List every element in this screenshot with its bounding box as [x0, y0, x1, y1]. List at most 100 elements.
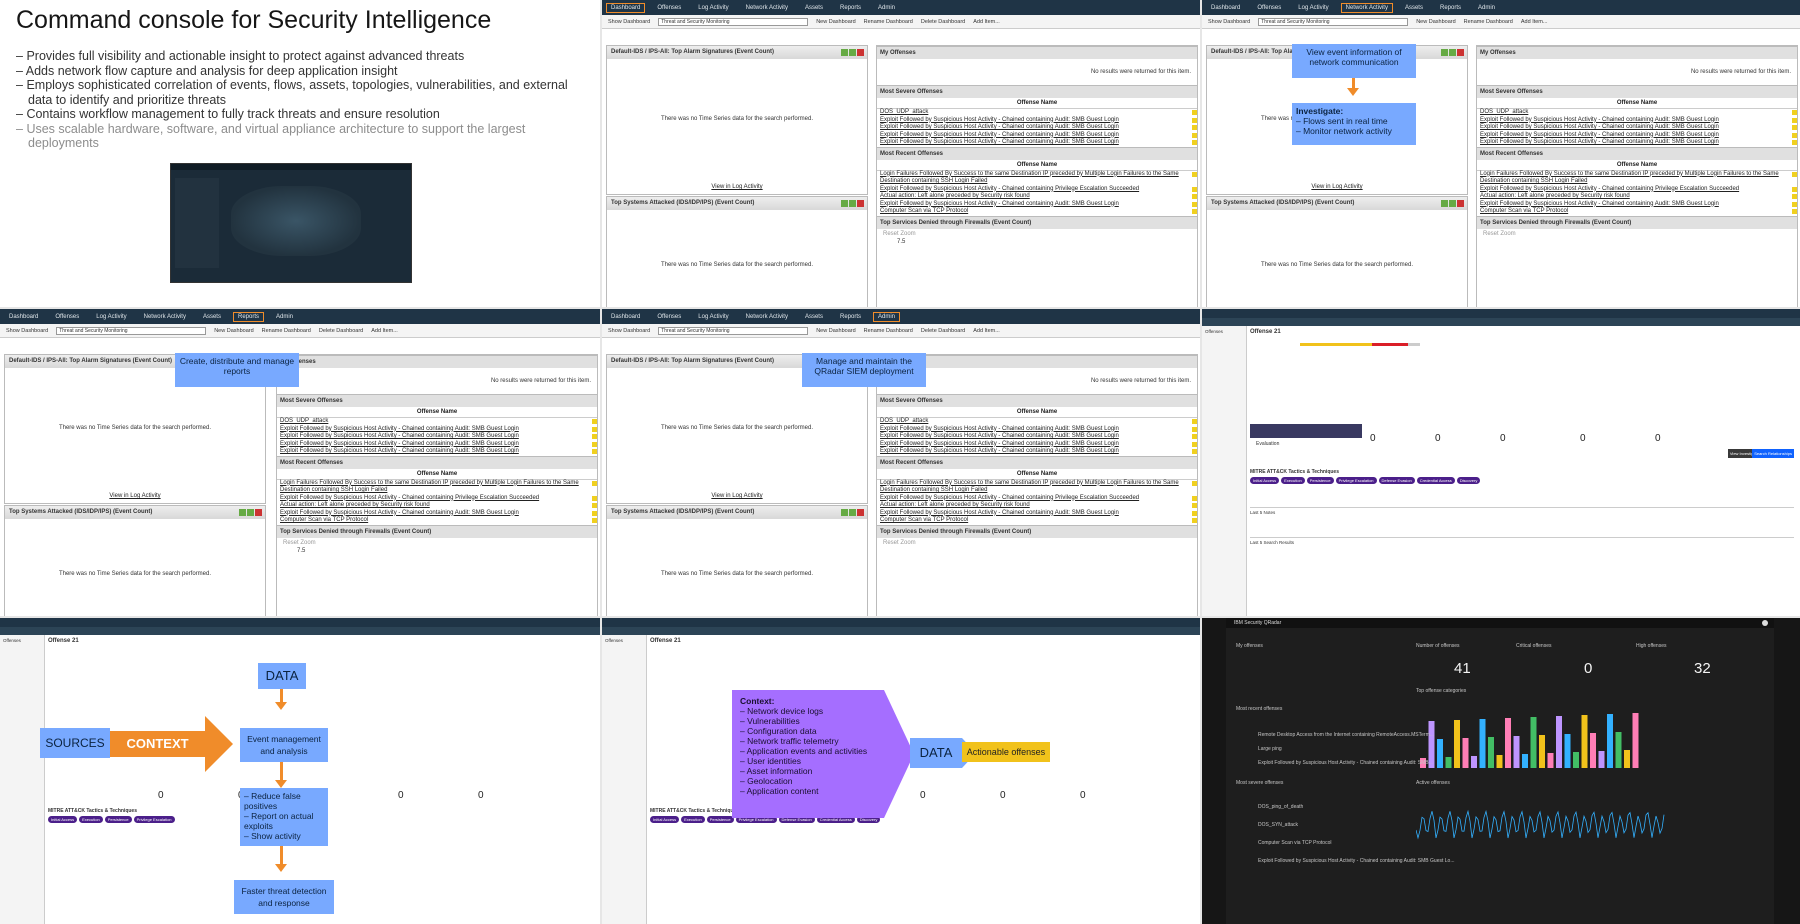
offense-row[interactable]: DOS_UDP_attack: [877, 109, 1197, 117]
offense-row[interactable]: Computer Scan via TCP Protocol: [877, 208, 1197, 216]
offense-row[interactable]: Exploit Followed by Suspicious Host Acti…: [1477, 124, 1797, 132]
tactic-pill[interactable]: Persistence: [104, 816, 132, 823]
sidebar-item-offenses[interactable]: Offenses: [602, 635, 646, 646]
offense-row[interactable]: Exploit Followed by Suspicious Host Acti…: [277, 441, 597, 449]
nav-log-activity[interactable]: Log Activity: [693, 312, 733, 322]
add-item-button[interactable]: Add Item...: [371, 328, 398, 334]
sidebar-item-offenses[interactable]: Offenses: [1202, 326, 1246, 337]
offense-row[interactable]: Login Failures Followed By Success to th…: [1477, 171, 1797, 186]
offense-row[interactable]: Exploit Followed by Suspicious Host Acti…: [1477, 139, 1797, 147]
add-item-button[interactable]: Add Item...: [1521, 19, 1548, 25]
view-log-link[interactable]: View in Log Activity: [607, 184, 867, 190]
reset-zoom-button[interactable]: Reset Zoom: [877, 229, 1197, 239]
nav-dashboard[interactable]: Dashboard: [606, 312, 645, 322]
offense-row[interactable]: Computer Scan via TCP Protocol: [877, 517, 1197, 525]
offense-row[interactable]: Exploit Followed by Suspicious Host Acti…: [277, 433, 597, 441]
tactic-pill[interactable]: Credential Access: [1416, 477, 1455, 484]
rename-dashboard-button[interactable]: Rename Dashboard: [262, 328, 311, 334]
rename-dashboard-button[interactable]: Rename Dashboard: [864, 328, 913, 334]
offense-row[interactable]: Exploit Followed by Suspicious Host Acti…: [1258, 858, 1455, 864]
nav-admin[interactable]: Admin: [873, 311, 901, 322]
nav-network-activity[interactable]: Network Activity: [741, 3, 793, 13]
tactic-pill[interactable]: Initial Access: [48, 816, 78, 823]
offense-row[interactable]: Exploit Followed by Suspicious Host Acti…: [1258, 760, 1433, 766]
nav-log-activity[interactable]: Log Activity: [693, 3, 733, 13]
nav-dashboard[interactable]: Dashboard: [606, 2, 646, 13]
nav-offenses[interactable]: Offenses: [652, 3, 686, 13]
nav-reports[interactable]: Reports: [232, 311, 264, 322]
offense-row[interactable]: DOS_UDP_attack: [1477, 109, 1797, 117]
new-dashboard-button[interactable]: New Dashboard: [214, 328, 253, 334]
nav-dashboard[interactable]: Dashboard: [4, 312, 43, 322]
tactic-pill[interactable]: Privilege Escalation: [1335, 477, 1377, 484]
offense-row[interactable]: Computer Scan via TCP Protocol: [277, 517, 597, 525]
offense-row[interactable]: Exploit Followed by Suspicious Host Acti…: [877, 124, 1197, 132]
offense-row[interactable]: Exploit Followed by Suspicious Host Acti…: [877, 426, 1197, 434]
offense-row[interactable]: Computer Scan via TCP Protocol: [1258, 840, 1331, 846]
offense-row[interactable]: DOS_UDP_attack: [877, 418, 1197, 426]
offense-row[interactable]: Exploit Followed by Suspicious Host Acti…: [877, 510, 1197, 518]
rename-dashboard-button[interactable]: Rename Dashboard: [864, 19, 913, 25]
nav-assets[interactable]: Assets: [1400, 3, 1428, 13]
view-log-link[interactable]: View in Log Activity: [5, 493, 265, 499]
offense-row[interactable]: Exploit Followed by Suspicious Host Acti…: [877, 201, 1197, 209]
view-log-link[interactable]: View in Log Activity: [607, 493, 867, 499]
offense-row[interactable]: Login Failures Followed By Success to th…: [277, 480, 597, 495]
delete-dashboard-button[interactable]: Delete Dashboard: [921, 328, 965, 334]
tactic-pill[interactable]: Execution: [79, 816, 103, 823]
tactic-pill[interactable]: Persistence: [1306, 477, 1334, 484]
nav-admin[interactable]: Admin: [1473, 3, 1500, 13]
add-item-button[interactable]: Add Item...: [973, 19, 1000, 25]
tactic-pill[interactable]: Execution: [681, 816, 705, 823]
offense-row[interactable]: Exploit Followed by Suspicious Host Acti…: [877, 139, 1197, 147]
offense-row[interactable]: Exploit Followed by Suspicious Host Acti…: [277, 426, 597, 434]
offense-row[interactable]: Actual action: Left alone preceded by Se…: [1477, 193, 1797, 201]
nav-network-activity[interactable]: Network Activity: [741, 312, 793, 322]
reset-zoom-button[interactable]: Reset Zoom: [877, 538, 1197, 548]
offense-row[interactable]: Large ping: [1258, 746, 1282, 752]
nav-network-activity[interactable]: Network Activity: [1340, 2, 1393, 13]
reset-zoom-button[interactable]: Reset Zoom: [1477, 229, 1797, 239]
offense-row[interactable]: Actual action: Left alone preceded by Se…: [877, 193, 1197, 201]
offense-row[interactable]: Remote Desktop Access from the Internet …: [1258, 732, 1434, 738]
offense-row[interactable]: DOS_UDP_attack: [277, 418, 597, 426]
nav-offenses[interactable]: Offenses: [652, 312, 686, 322]
dashboard-select[interactable]: Threat and Security Monitoring: [658, 17, 809, 26]
offense-row[interactable]: Exploit Followed by Suspicious Host Acti…: [877, 495, 1197, 503]
nav-dashboard[interactable]: Dashboard: [1206, 3, 1245, 13]
offense-row[interactable]: Actual action: Left alone preceded by Se…: [277, 502, 597, 510]
tactic-pill[interactable]: Privilege Escalation: [133, 816, 175, 823]
nav-reports[interactable]: Reports: [835, 312, 866, 322]
nav-assets[interactable]: Assets: [800, 3, 828, 13]
nav-assets[interactable]: Assets: [800, 312, 828, 322]
user-icon[interactable]: [1762, 620, 1768, 626]
nav-reports[interactable]: Reports: [1435, 3, 1466, 13]
offense-row[interactable]: DOS_ping_of_death: [1258, 804, 1303, 810]
offense-row[interactable]: Exploit Followed by Suspicious Host Acti…: [277, 510, 597, 518]
nav-admin[interactable]: Admin: [873, 3, 900, 13]
offense-row[interactable]: Exploit Followed by Suspicious Host Acti…: [277, 495, 597, 503]
offense-row[interactable]: Login Failures Followed By Success to th…: [877, 480, 1197, 495]
offense-row[interactable]: Actual action: Left alone preceded by Se…: [877, 502, 1197, 510]
nav-reports[interactable]: Reports: [835, 3, 866, 13]
nav-log-activity[interactable]: Log Activity: [1293, 3, 1333, 13]
offense-row[interactable]: Exploit Followed by Suspicious Host Acti…: [1477, 186, 1797, 194]
tactic-pill[interactable]: Persistence: [706, 816, 734, 823]
nav-log-activity[interactable]: Log Activity: [91, 312, 131, 322]
tactic-pill[interactable]: Execution: [1281, 477, 1305, 484]
offense-row[interactable]: Exploit Followed by Suspicious Host Acti…: [1477, 132, 1797, 140]
offense-row[interactable]: DOS_SYN_attack: [1258, 822, 1298, 828]
view-log-link[interactable]: View in Log Activity: [1207, 184, 1467, 190]
offense-row[interactable]: Exploit Followed by Suspicious Host Acti…: [877, 448, 1197, 456]
nav-network-activity[interactable]: Network Activity: [139, 312, 191, 322]
add-item-button[interactable]: Add Item...: [973, 328, 1000, 334]
dashboard-select[interactable]: Threat and Security Monitoring: [56, 326, 207, 335]
delete-dashboard-button[interactable]: Delete Dashboard: [921, 19, 965, 25]
offense-row[interactable]: Exploit Followed by Suspicious Host Acti…: [877, 441, 1197, 449]
dashboard-select[interactable]: Threat and Security Monitoring: [1258, 17, 1409, 26]
nav-assets[interactable]: Assets: [198, 312, 226, 322]
offense-row[interactable]: Exploit Followed by Suspicious Host Acti…: [877, 186, 1197, 194]
offense-row[interactable]: Exploit Followed by Suspicious Host Acti…: [277, 448, 597, 456]
offense-row[interactable]: Exploit Followed by Suspicious Host Acti…: [877, 132, 1197, 140]
rename-dashboard-button[interactable]: Rename Dashboard: [1464, 19, 1513, 25]
